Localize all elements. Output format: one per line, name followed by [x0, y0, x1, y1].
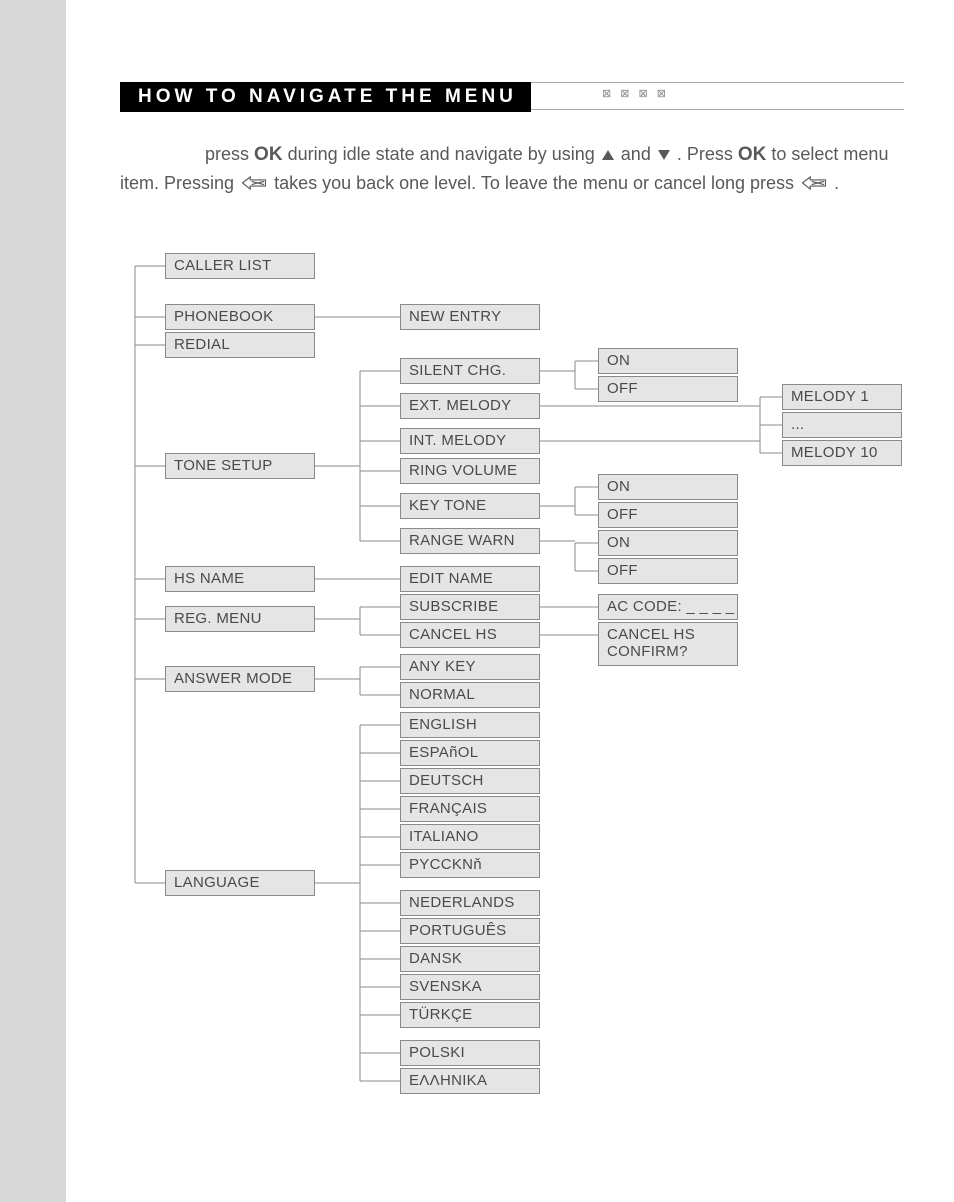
- menu-reg-menu: REG. MENU: [165, 606, 315, 632]
- menu-edit-name: EDIT NAME: [400, 566, 540, 592]
- menu-lang-english: ENGLISH: [400, 712, 540, 738]
- down-arrow-icon: [658, 150, 670, 160]
- back-icon: [241, 171, 267, 199]
- menu-lang-russian: PYCCKNň: [400, 852, 540, 878]
- menu-new-entry: NEW ENTRY: [400, 304, 540, 330]
- menu-ext-melody: EXT. MELODY: [400, 393, 540, 419]
- up-arrow-icon: [602, 150, 614, 160]
- menu-keytone-on: ON: [598, 474, 738, 500]
- menu-keytone-off: OFF: [598, 502, 738, 528]
- menu-rangewarn-off: OFF: [598, 558, 738, 584]
- page-gutter: [0, 0, 66, 1202]
- menu-rangewarn-on: ON: [598, 530, 738, 556]
- ok-label: OK: [738, 144, 767, 165]
- menu-lang-greek: EΛΛHNIKA: [400, 1068, 540, 1094]
- menu-hs-name: HS NAME: [165, 566, 315, 592]
- menu-silent-on: ON: [598, 348, 738, 374]
- menu-lang-portugues: PORTUGUÊS: [400, 918, 540, 944]
- menu-lang-dansk: DANSK: [400, 946, 540, 972]
- menu-answer-mode: ANSWER MODE: [165, 666, 315, 692]
- menu-cancel-hs: CANCEL HS: [400, 622, 540, 648]
- menu-lang-italiano: ITALIANO: [400, 824, 540, 850]
- menu-cancelhs-confirm: CANCEL HS CONFIRM?: [598, 622, 738, 666]
- menu-lang-turkce: TÜRKÇE: [400, 1002, 540, 1028]
- menu-melody-10: MELODY 10: [782, 440, 902, 466]
- menu-lang-espanol: ESPAñOL: [400, 740, 540, 766]
- intro-part: during idle state and navigate by using: [288, 144, 600, 164]
- menu-range-warn: RANGE WARN: [400, 528, 540, 554]
- intro-part: takes you back one level. To leave the m…: [274, 173, 799, 193]
- intro-part: .: [834, 173, 839, 193]
- intro-part: press: [205, 144, 254, 164]
- menu-silent-off: OFF: [598, 376, 738, 402]
- page-mark: ⊠ ⊠ ⊠ ⊠: [602, 87, 669, 100]
- ok-label: OK: [254, 144, 283, 165]
- menu-key-tone: KEY TONE: [400, 493, 540, 519]
- menu-lang-polski: POLSKI: [400, 1040, 540, 1066]
- menu-lang-francais: FRANÇAIS: [400, 796, 540, 822]
- menu-caller-list: CALLER LIST: [165, 253, 315, 279]
- menu-language: LANGUAGE: [165, 870, 315, 896]
- menu-redial: REDIAL: [165, 332, 315, 358]
- menu-any-key: ANY KEY: [400, 654, 540, 680]
- menu-melody-ellipsis: ...: [782, 412, 902, 438]
- menu-tone-setup: TONE SETUP: [165, 453, 315, 479]
- intro-part: . Press: [677, 144, 738, 164]
- menu-lang-deutsch: DEUTSCH: [400, 768, 540, 794]
- menu-lang-svenska: SVENSKA: [400, 974, 540, 1000]
- menu-phonebook: PHONEBOOK: [165, 304, 315, 330]
- back-icon: [801, 171, 827, 199]
- menu-melody-1: MELODY 1: [782, 384, 902, 410]
- intro-part: and: [621, 144, 656, 164]
- menu-subscribe: SUBSCRIBE: [400, 594, 540, 620]
- menu-silent-chg: SILENT CHG.: [400, 358, 540, 384]
- menu-lang-nederlands: NEDERLANDS: [400, 890, 540, 916]
- menu-normal-answer: NORMAL: [400, 682, 540, 708]
- menu-ring-volume: RING VOLUME: [400, 458, 540, 484]
- intro-text: press OK during idle state and navigate …: [120, 140, 894, 199]
- menu-ac-code: AC CODE: _ _ _ _: [598, 594, 738, 620]
- menu-int-melody: INT. MELODY: [400, 428, 540, 454]
- page-title: HOW TO NAVIGATE THE MENU: [120, 82, 531, 112]
- title-bar: HOW TO NAVIGATE THE MENU ⊠ ⊠ ⊠ ⊠: [120, 82, 904, 110]
